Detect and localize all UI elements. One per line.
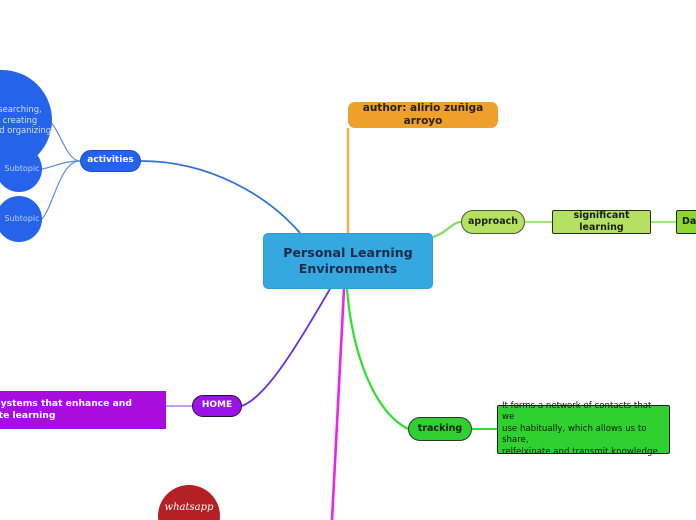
node-whatsapp[interactable]: whatsapp <box>158 485 220 520</box>
node-home[interactable]: HOME <box>192 395 242 417</box>
study-text-line-1: study systems that enhance and <box>0 397 132 409</box>
node-activities[interactable]: activities <box>80 150 141 172</box>
node-subtopic-1[interactable]: Subtopic <box>0 146 42 192</box>
node-subtopic-2[interactable]: Subtopic <box>0 196 42 242</box>
node-study-systems[interactable]: study systems that enhance and facilitat… <box>0 391 166 429</box>
edge-activities-searching <box>47 119 81 162</box>
study-text-line-2: facilitate learning <box>0 410 56 421</box>
node-author[interactable]: author: alirio zuñiga arroyo <box>348 102 498 128</box>
searching-text-line-1: searching, creating <box>0 103 42 125</box>
edge-activities-sub2 <box>41 160 81 220</box>
node-approach[interactable]: approach <box>461 210 525 234</box>
edge-activities-sub1 <box>41 160 81 170</box>
edge-home <box>241 288 331 407</box>
mindmap-canvas: Personal Learning Environments author: a… <box>0 0 696 520</box>
node-root[interactable]: Personal Learning Environments <box>263 233 433 289</box>
node-significant-learning[interactable]: significant learning <box>552 210 651 234</box>
node-tracking[interactable]: tracking <box>408 417 472 441</box>
network-text-line-3: relfelxinate and transmit knowledge. <box>502 446 661 457</box>
network-text-line-2: use habitually, which allows us to share… <box>502 423 647 446</box>
edge-tracking <box>345 288 409 430</box>
node-network-description[interactable]: It forms a network of contacts that we u… <box>497 401 670 457</box>
network-text-line-1: It forms a network of contacts that we <box>502 400 652 423</box>
edge-approach <box>432 220 462 239</box>
node-david-ausubel[interactable]: David Ausubel <box>676 210 696 234</box>
edge-activities <box>140 160 301 234</box>
searching-text-line-2: and organizing <box>0 125 52 136</box>
edge-whatsapp <box>330 288 346 520</box>
